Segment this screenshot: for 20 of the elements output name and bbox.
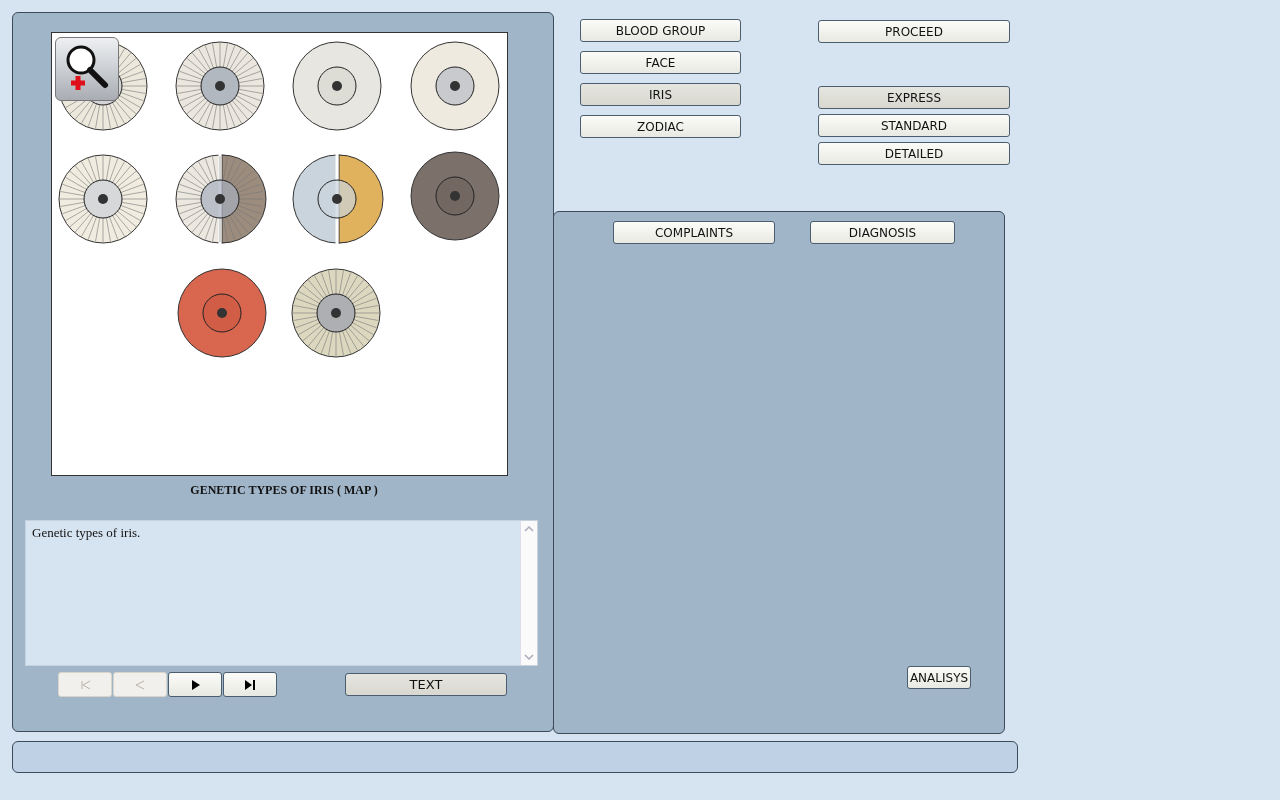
scrollbar[interactable]	[520, 521, 537, 665]
skip-end-icon	[242, 677, 258, 692]
mode-button[interactable]: EXPRESS	[818, 86, 1010, 109]
next-button[interactable]	[168, 672, 222, 697]
proceed-button[interactable]: PROCEED	[818, 20, 1010, 43]
report-button[interactable]: COMPLAINTS	[613, 221, 775, 245]
analysis-button[interactable]: ANALISYS	[907, 666, 971, 689]
mode-button[interactable]: DETAILED	[818, 142, 1010, 165]
text-button[interactable]: TEXT	[345, 673, 507, 696]
last-button[interactable]	[223, 672, 277, 697]
section-button[interactable]: IRIS	[580, 83, 741, 106]
section-button[interactable]: FACE	[580, 51, 741, 74]
report-button[interactable]: DIAGNOSIS	[810, 221, 955, 245]
description-text: Genetic types of iris.	[31, 524, 142, 542]
section-button[interactable]: BLOOD GROUP	[580, 19, 741, 42]
description-text-area[interactable]: Genetic types of iris.	[25, 520, 538, 666]
zoom-in-button[interactable]	[55, 37, 119, 101]
section-button[interactable]: ZODIAC	[580, 115, 741, 138]
image-caption: GENETIC TYPES OF IRIS ( MAP )	[189, 483, 379, 498]
mode-button[interactable]: STANDARD	[818, 114, 1010, 137]
